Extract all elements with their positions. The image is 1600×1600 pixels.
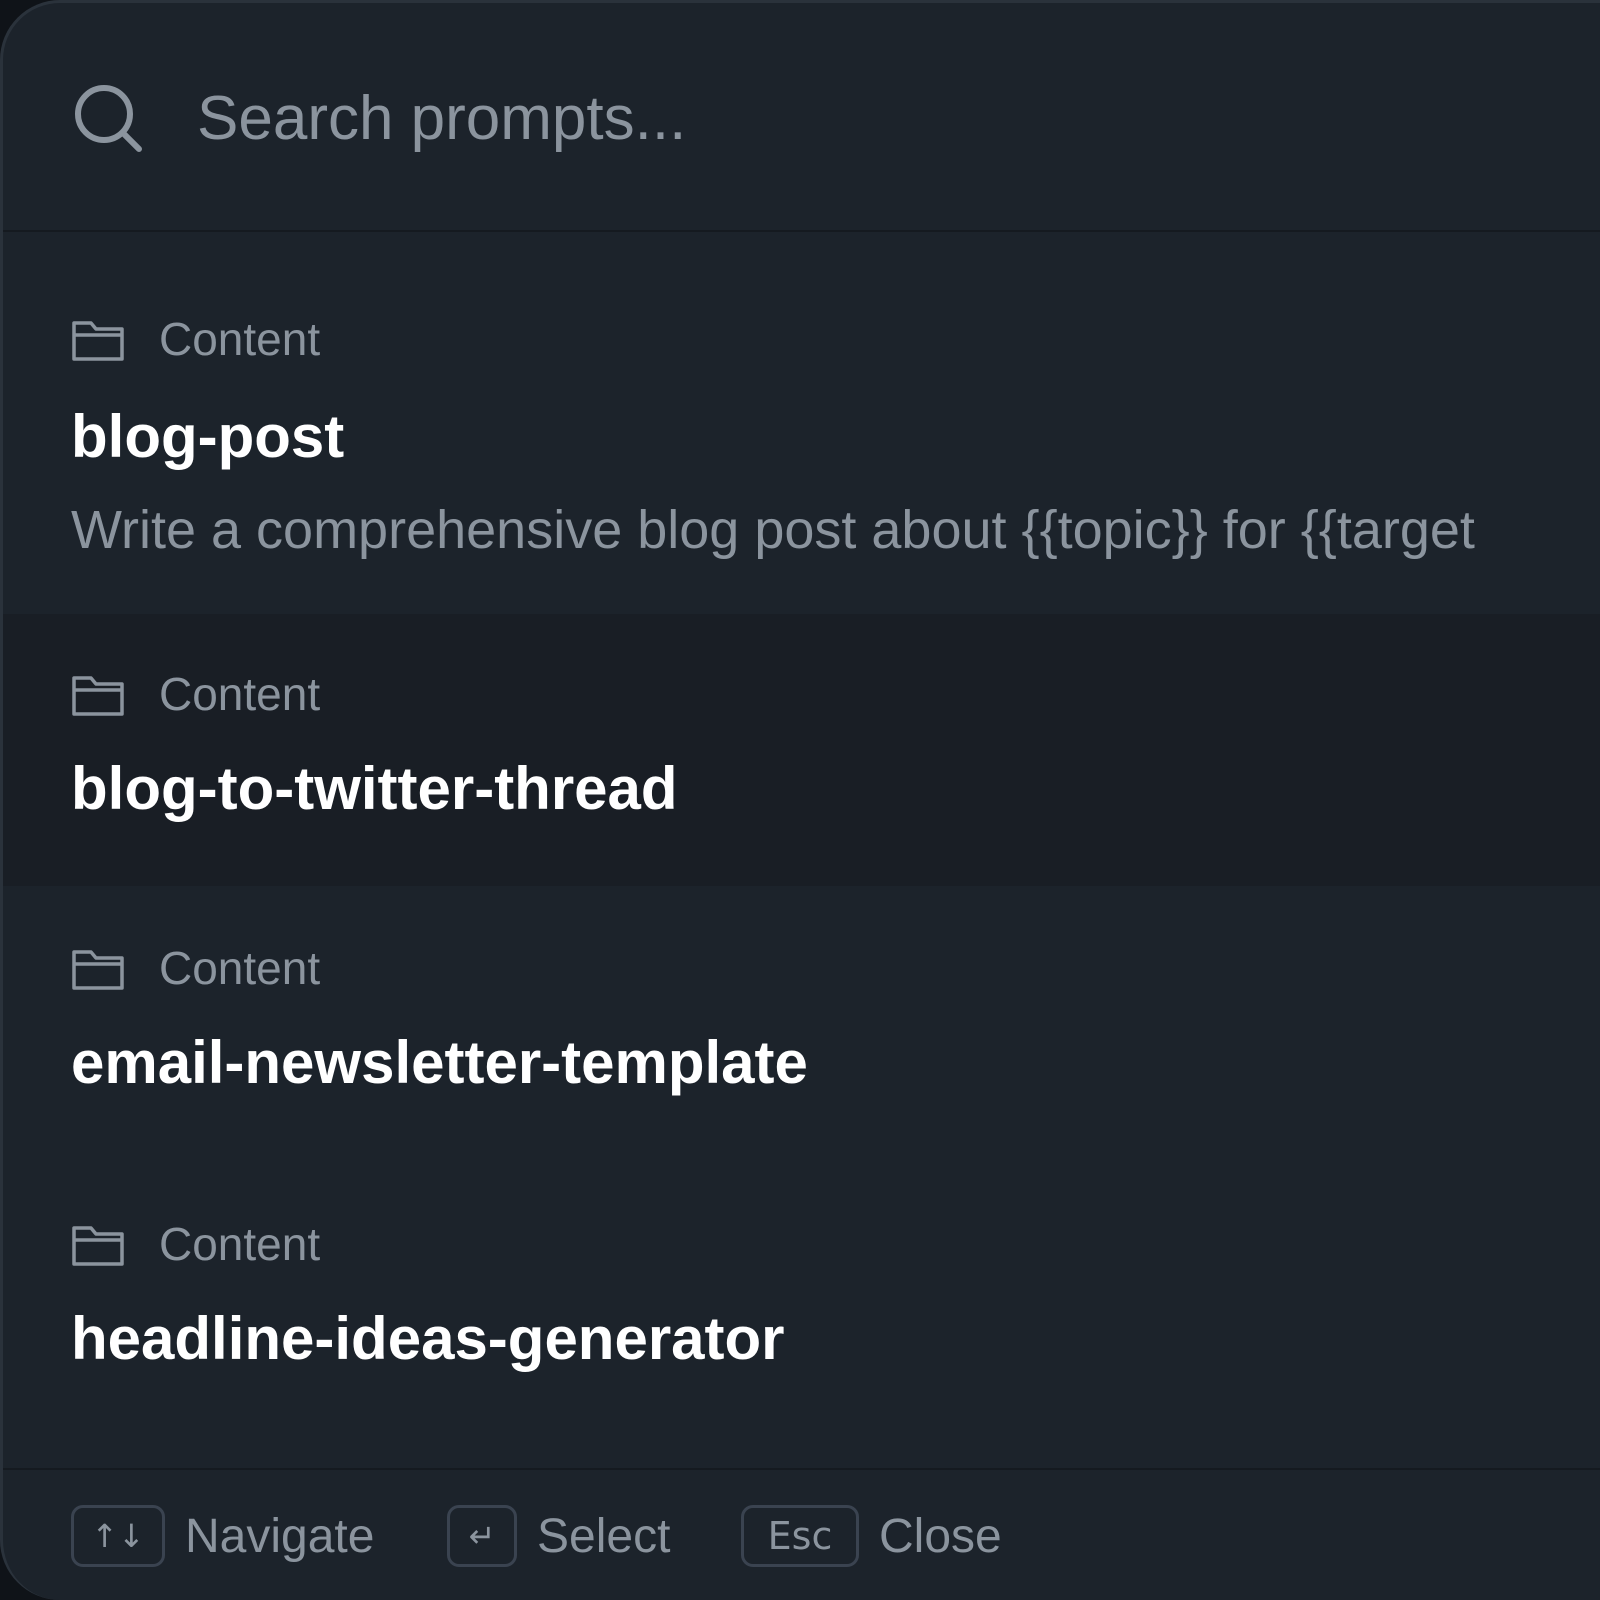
select-hint: ↵ Select (447, 1504, 670, 1568)
command-palette: Content blog-post Write a comprehensive … (0, 0, 1600, 1600)
category-tag: Content (71, 942, 321, 994)
category-label: Content (159, 668, 321, 720)
close-hint: Esc Close (741, 1504, 1002, 1568)
category-label: Content (159, 1218, 321, 1270)
navigate-label: Navigate (185, 1509, 375, 1563)
list-item-selected[interactable]: Content blog-to-twitter-thread (3, 614, 1600, 886)
navigate-hint: ↑↓ Navigate (71, 1504, 374, 1568)
category-tag: Content (71, 1218, 321, 1270)
search-input[interactable] (197, 73, 1497, 163)
list-item[interactable]: Content email-newsletter-template (3, 886, 1600, 1162)
select-label: Select (537, 1509, 671, 1563)
folder-icon (72, 950, 124, 990)
prompt-description: Write a comprehensive blog post about {{… (71, 500, 1475, 560)
esc-key: Esc (741, 1505, 859, 1567)
folder-icon (72, 321, 124, 361)
list-item[interactable]: Content headline-ideas-generator (3, 1162, 1600, 1438)
prompt-title: email-newsletter-template (71, 1029, 808, 1096)
category-label: Content (159, 942, 321, 994)
prompt-title: headline-ideas-generator (71, 1305, 785, 1372)
prompt-title: blog-to-twitter-thread (71, 755, 678, 822)
search-icon (75, 85, 142, 152)
list-item[interactable]: Content blog-post Write a comprehensive … (3, 234, 1600, 614)
close-label: Close (879, 1509, 1002, 1563)
folder-icon (72, 676, 124, 716)
enter-key: ↵ (447, 1505, 517, 1567)
category-tag: Content (71, 668, 321, 720)
navigate-key: ↑↓ (71, 1505, 165, 1567)
category-tag: Content (71, 313, 321, 365)
prompt-title: blog-post (71, 403, 345, 470)
folder-icon (72, 1226, 124, 1266)
category-label: Content (159, 313, 321, 365)
search-bar (3, 3, 1600, 232)
prompt-list: Content blog-post Write a comprehensive … (3, 234, 1600, 1468)
keyboard-hints: ↑↓ Navigate ↵ Select Esc Close (3, 1468, 1600, 1600)
